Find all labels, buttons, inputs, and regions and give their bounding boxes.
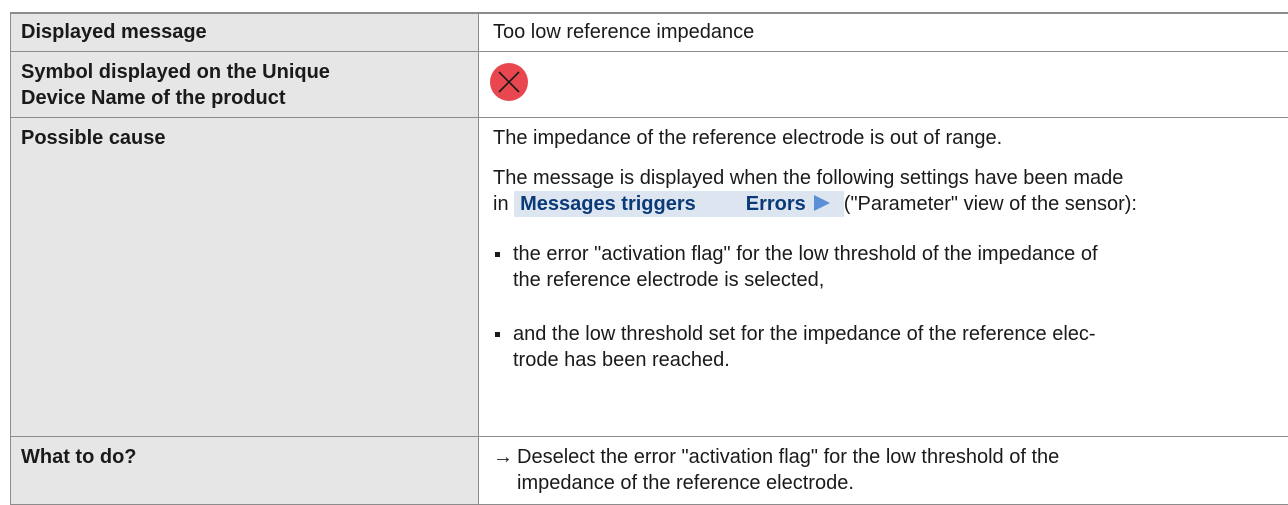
row-possible-cause: Possible cause The impedance of the refe… bbox=[11, 118, 1288, 437]
cause-settings-text: The message is displayed when the follow… bbox=[493, 165, 1288, 217]
message-table: Displayed message Too low reference impe… bbox=[10, 12, 1288, 505]
symbol-label-line1: Symbol displayed on the Unique bbox=[21, 59, 478, 85]
what-to-do-value: →Deselect the error "activation flag" fo… bbox=[479, 437, 1288, 505]
trigger-path-part1: Messages triggers bbox=[520, 193, 696, 215]
symbol-label-line2: Device Name of the product bbox=[21, 85, 478, 111]
cause-text: The impedance of the reference electrode… bbox=[493, 125, 1288, 151]
displayed-message-label: Displayed message bbox=[11, 13, 479, 52]
todo-text1: Deselect the error "activation flag" for… bbox=[517, 446, 1059, 468]
trigger-path-part2: Errors bbox=[746, 193, 806, 215]
possible-cause-value: The impedance of the reference electrode… bbox=[479, 118, 1288, 437]
possible-cause-label: Possible cause bbox=[11, 118, 479, 437]
bullet1-line1: the error "activation flag" for the low … bbox=[513, 243, 1098, 265]
bullet2-line1: and the low threshold set for the impeda… bbox=[513, 323, 1096, 345]
what-to-do-label: What to do? bbox=[11, 437, 479, 505]
todo-line2: impedance of the reference electrode. bbox=[493, 470, 1288, 496]
row-symbol: Symbol displayed on the Unique Device Na… bbox=[11, 52, 1288, 118]
cause-bullet-list: the error "activation flag" for the low … bbox=[493, 241, 1288, 373]
row-what-to-do: What to do? →Deselect the error "activat… bbox=[11, 437, 1288, 505]
triangle-right-icon bbox=[814, 195, 830, 211]
todo-line1: →Deselect the error "activation flag" fo… bbox=[493, 444, 1288, 470]
settings-line1: The message is displayed when the follow… bbox=[493, 167, 1123, 189]
displayed-message-value: Too low reference impedance bbox=[479, 13, 1288, 52]
row-displayed-message: Displayed message Too low reference impe… bbox=[11, 13, 1288, 52]
arrow-right-icon: → bbox=[493, 444, 517, 470]
error-x-icon bbox=[489, 62, 529, 102]
list-item: and the low threshold set for the impeda… bbox=[493, 321, 1288, 373]
list-item: the error "activation flag" for the low … bbox=[493, 241, 1288, 293]
settings-prefix: in bbox=[493, 193, 514, 215]
trigger-path-link[interactable]: Messages triggers Errors bbox=[514, 191, 844, 217]
symbol-label: Symbol displayed on the Unique Device Na… bbox=[11, 52, 479, 118]
bullet1-line2: the reference electrode is selected, bbox=[513, 269, 824, 291]
symbol-value bbox=[479, 52, 1288, 118]
settings-suffix: ("Parameter" view of the sensor): bbox=[844, 193, 1137, 215]
bullet2-line2: trode has been reached. bbox=[513, 349, 730, 371]
